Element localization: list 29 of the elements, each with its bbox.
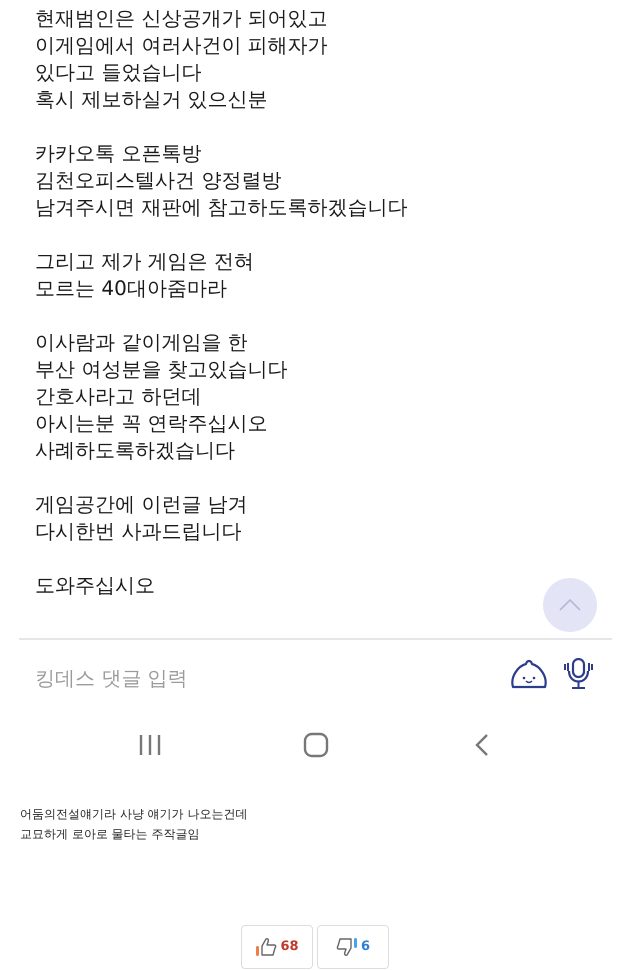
caption-line: 교묘하게 로아로 물타는 주작글임: [20, 826, 200, 843]
post-text-line: 김천오피스텔사건 양정렬방: [35, 167, 282, 194]
recent-apps-icon[interactable]: [138, 734, 162, 756]
post-text-line: 간호사라고 하던데: [35, 383, 202, 410]
post-text-line: 게임공간에 이런글 남겨: [35, 491, 248, 518]
home-icon[interactable]: [303, 732, 329, 758]
post-text-line: 카카오톡 오픈톡방: [35, 140, 202, 167]
post-text-line: 이사람과 같이게임을 한: [35, 329, 248, 356]
upvote-button[interactable]: 68: [241, 925, 313, 969]
post-text-line: 현재범인은 신상공개가 되어있고: [35, 5, 328, 32]
thumbs-down-icon: [336, 937, 358, 957]
caption-line: 어둠의전설얘기라 사냥 얘기가 나오는건데: [20, 806, 248, 823]
chevron-up-icon: [559, 599, 581, 611]
microphone-icon[interactable]: [563, 658, 594, 690]
post-text-line: 그리고 제가 게임은 전혀: [35, 248, 254, 275]
post-text-line: 도와주십시오: [35, 572, 155, 599]
post-text-line: 아시는분 꼭 연락주십시오: [35, 410, 268, 437]
post-text-line: 있다고 들었습니다: [35, 59, 202, 86]
post-text-line: 혹시 제보하실거 있으신분: [35, 86, 268, 113]
comment-input-field[interactable]: 킹데스 댓글 입력: [35, 662, 455, 694]
post-text-line: 다시한번 사과드립니다: [35, 518, 242, 545]
downvote-button[interactable]: 6: [317, 925, 389, 969]
post-text-line: 사례하도록하겠습니다: [35, 437, 235, 464]
post-text-line: 모르는 40대아줌마라: [35, 275, 227, 302]
post-text-line: 남겨주시면 재판에 참고하도록하겠습니다: [35, 194, 408, 221]
post-text-line: 부산 여성분을 찾고있습니다: [35, 356, 288, 383]
back-icon[interactable]: [474, 733, 490, 757]
thumbs-up-icon: [255, 937, 278, 957]
post-text-line: 이게임에서 여러사건이 피해자가: [35, 32, 328, 59]
